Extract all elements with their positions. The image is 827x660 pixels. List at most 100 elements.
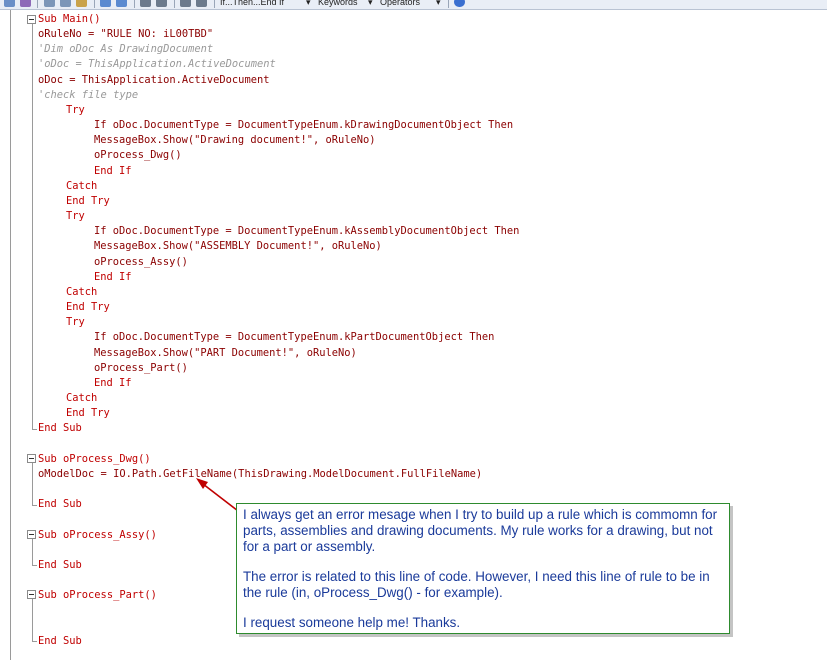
toolbar-separator — [448, 0, 449, 8]
undo-icon[interactable] — [100, 0, 111, 7]
code-line[interactable]: Catch — [66, 285, 97, 300]
annotation-callout: I always get an error mesage when I try … — [236, 503, 730, 634]
fold-toggle-main[interactable] — [27, 15, 36, 24]
operators-dropdown[interactable]: Operators — [380, 0, 420, 8]
code-line[interactable]: If oDoc.DocumentType = DocumentTypeEnum.… — [94, 118, 513, 133]
code-text: oProcess_Part() — [94, 362, 188, 374]
print-icon[interactable] — [20, 0, 31, 7]
code-line[interactable]: End Sub — [38, 558, 82, 573]
code-text: Try — [66, 210, 85, 222]
code-text: End Sub — [38, 635, 82, 647]
toolbar-separator — [94, 0, 95, 8]
code-text: oProcess_Assy() — [94, 256, 188, 268]
fold-guide-end — [32, 565, 37, 566]
code-text: If oDoc.DocumentType = DocumentTypeEnum.… — [94, 119, 514, 131]
fold-guide-end — [32, 429, 37, 430]
code-line[interactable]: Sub oProcess_Assy() — [38, 528, 157, 543]
code-line[interactable]: oProcess_Dwg() — [94, 148, 182, 163]
fold-guide — [32, 24, 33, 429]
code-text: Try — [66, 316, 85, 328]
code-line[interactable]: End Sub — [38, 497, 82, 512]
copy-icon[interactable] — [60, 0, 71, 7]
code-line[interactable]: oRuleNo = "RULE NO: iL00TBD" — [38, 27, 213, 42]
dropdown-arrow-icon[interactable]: ▾ — [306, 0, 311, 8]
code-line[interactable]: 'oDoc = ThisApplication.ActiveDocument — [38, 57, 276, 72]
code-text: Sub oProcess_Dwg() — [38, 453, 151, 465]
code-line[interactable]: End Try — [66, 406, 110, 421]
code-text: Sub oProcess_Part() — [38, 589, 157, 601]
cut-icon[interactable] — [44, 0, 55, 7]
code-line[interactable]: Sub Main() — [38, 12, 101, 27]
code-text: MessageBox.Show("Drawing document!", oRu… — [94, 134, 376, 146]
code-line[interactable]: If oDoc.DocumentType = DocumentTypeEnum.… — [94, 330, 494, 345]
code-text: Catch — [66, 286, 98, 298]
indent-icon[interactable] — [140, 0, 151, 7]
code-line[interactable]: End If — [94, 164, 132, 179]
code-text: Try — [66, 104, 85, 116]
code-line[interactable]: If oDoc.DocumentType = DocumentTypeEnum.… — [94, 224, 519, 239]
code-text: End Try — [66, 407, 110, 419]
toolbar-separator — [37, 0, 38, 8]
code-line[interactable]: End If — [94, 376, 132, 391]
code-line[interactable]: oDoc = ThisApplication.ActiveDocument — [38, 73, 269, 88]
code-line[interactable]: Try — [66, 209, 85, 224]
fold-toggle-assy[interactable] — [27, 530, 36, 539]
code-line[interactable]: Try — [66, 315, 85, 330]
toolbar-separator — [134, 0, 135, 8]
code-line[interactable]: End Sub — [38, 421, 82, 436]
fold-toggle-dwg[interactable] — [27, 454, 36, 463]
code-text: If oDoc.DocumentType = DocumentTypeEnum.… — [94, 331, 495, 343]
code-text: oProcess_Dwg() — [94, 149, 182, 161]
code-text: Sub oProcess_Assy() — [38, 529, 157, 541]
fold-guide — [32, 599, 33, 641]
editor-toolbar: If...Then...End If ▾ Keywords ▾ Operator… — [0, 0, 827, 10]
code-line[interactable]: 'check file type — [38, 88, 138, 103]
code-line[interactable]: MessageBox.Show("Drawing document!", oRu… — [94, 133, 376, 148]
uncomment-icon[interactable] — [196, 0, 207, 7]
outdent-icon[interactable] — [156, 0, 167, 7]
code-text: Catch — [66, 392, 98, 404]
editor-left-border — [10, 10, 11, 660]
code-line[interactable]: oProcess_Part() — [94, 361, 188, 376]
code-text: End Sub — [38, 559, 82, 571]
code-line[interactable]: MessageBox.Show("ASSEMBLY Document!", oR… — [94, 239, 382, 254]
callout-paragraph: The error is related to this line of cod… — [243, 569, 710, 600]
fold-guide — [32, 463, 33, 505]
keywords-dropdown[interactable]: Keywords — [318, 0, 358, 8]
code-text: End If — [94, 165, 132, 177]
fold-toggle-part[interactable] — [27, 590, 36, 599]
code-line[interactable]: Catch — [66, 179, 97, 194]
fold-guide — [32, 539, 33, 565]
code-line[interactable]: Try — [66, 103, 85, 118]
code-line[interactable]: Catch — [66, 391, 97, 406]
code-text: oModelDoc = IO.Path.GetFileName(ThisDraw… — [38, 468, 483, 480]
dropdown-arrow-icon[interactable]: ▾ — [368, 0, 373, 8]
code-line[interactable]: Sub oProcess_Dwg() — [38, 452, 151, 467]
code-line-error[interactable]: oModelDoc = IO.Path.GetFileName(ThisDraw… — [38, 467, 482, 482]
snippets-dropdown[interactable]: If...Then...End If — [220, 0, 284, 8]
save-icon[interactable] — [4, 0, 15, 7]
redo-icon[interactable] — [116, 0, 127, 7]
code-text: 'check file type — [38, 89, 139, 101]
code-line[interactable]: End Sub — [38, 634, 82, 649]
callout-paragraph: I always get an error mesage when I try … — [243, 507, 718, 554]
code-text: 'Dim oDoc As DrawingDocument — [38, 43, 214, 55]
comment-icon[interactable] — [180, 0, 191, 7]
paste-icon[interactable] — [76, 0, 87, 7]
code-line[interactable]: End Try — [66, 194, 110, 209]
code-text: End If — [94, 271, 132, 283]
code-line[interactable]: End If — [94, 270, 132, 285]
help-icon[interactable] — [454, 0, 465, 7]
code-text: End Sub — [38, 498, 82, 510]
code-text: oDoc = ThisApplication.ActiveDocument — [38, 74, 270, 86]
code-text: End Try — [66, 195, 110, 207]
code-line[interactable]: End Try — [66, 300, 110, 315]
code-text: End Try — [66, 301, 110, 313]
code-line[interactable]: 'Dim oDoc As DrawingDocument — [38, 42, 213, 57]
code-text: 'oDoc = ThisApplication.ActiveDocument — [38, 58, 276, 70]
dropdown-arrow-icon[interactable]: ▾ — [436, 0, 441, 8]
code-line[interactable]: Sub oProcess_Part() — [38, 588, 157, 603]
code-line[interactable]: oProcess_Assy() — [94, 255, 188, 270]
fold-guide-end — [32, 505, 37, 506]
code-line[interactable]: MessageBox.Show("PART Document!", oRuleN… — [94, 346, 357, 361]
